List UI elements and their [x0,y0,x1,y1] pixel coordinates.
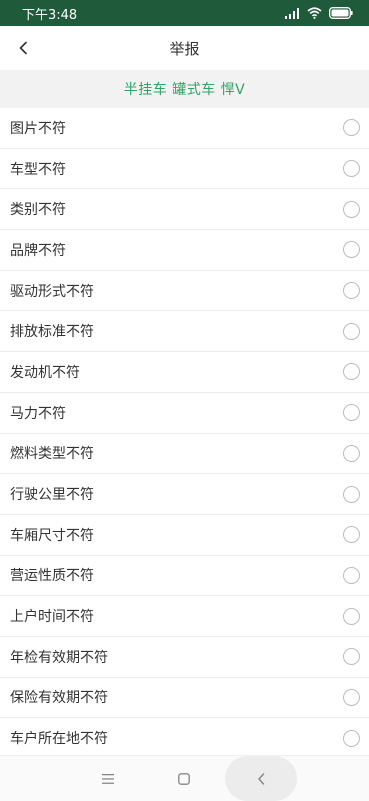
status-bar: 下午3:48 [0,0,369,26]
system-back-button[interactable] [225,756,297,801]
menu-icon [102,773,114,784]
radio-button[interactable] [343,444,360,462]
report-option[interactable]: 年检有效期不符 [0,636,369,678]
vehicle-banner: 半挂车 罐式车 悍V [0,70,369,108]
report-option-label: 保险有效期不符 [10,690,108,707]
report-option-label: 图片不符 [10,120,66,137]
radio-button[interactable] [343,160,360,178]
signal-icon [285,7,299,19]
nav-bar: 举报 [0,26,369,70]
back-button[interactable] [12,36,36,60]
report-option-label: 马力不符 [10,405,66,422]
radio-button[interactable] [343,607,360,625]
radio-button[interactable] [343,363,360,381]
report-option[interactable]: 图片不符 [0,108,369,149]
recent-apps-button[interactable] [88,756,128,801]
report-option-label: 行驶公里不符 [10,487,94,504]
report-option[interactable]: 类别不符 [0,189,369,231]
report-option[interactable]: 品牌不符 [0,230,369,271]
report-option-label: 车型不符 [10,161,66,178]
report-reason-list: 图片不符 车型不符 类别不符 品牌不符 驱动形式不符 排放标准不符 发动机不符 … [0,108,369,759]
square-home-icon [178,772,190,785]
radio-button[interactable] [343,322,360,340]
chevron-left-icon [19,41,27,55]
report-option-label: 营运性质不符 [10,568,94,585]
report-option[interactable]: 车厢尺寸不符 [0,514,369,556]
report-option[interactable]: 驱动形式不符 [0,270,369,312]
system-navigation-bar [0,755,369,801]
report-option-label: 车户所在地不符 [10,731,108,748]
report-option-label: 排放标准不符 [10,324,94,341]
radio-button[interactable] [343,200,360,218]
home-button[interactable] [164,756,204,801]
radio-button[interactable] [343,688,360,706]
report-option[interactable]: 营运性质不符 [0,555,369,597]
report-option-label: 燃料类型不符 [10,446,94,463]
report-option[interactable]: 上户时间不符 [0,596,369,637]
report-option[interactable]: 发动机不符 [0,352,369,393]
vehicle-label: 半挂车 罐式车 悍V [123,82,246,98]
report-option[interactable]: 保险有效期不符 [0,677,369,719]
status-icons [285,7,353,19]
radio-button[interactable] [343,119,360,137]
battery-icon [329,7,353,19]
radio-button[interactable] [343,404,360,422]
radio-button[interactable] [343,241,360,259]
wifi-icon [307,7,322,19]
report-option-label: 发动机不符 [10,364,80,381]
report-option-label: 类别不符 [10,202,66,219]
report-option[interactable]: 行驶公里不符 [0,474,369,515]
page-title: 举报 [169,39,200,58]
radio-button[interactable] [343,729,360,747]
report-option-label: 驱动形式不符 [10,283,94,300]
report-option[interactable]: 车户所在地不符 [0,718,369,759]
report-option[interactable]: 马力不符 [0,392,369,434]
radio-button[interactable] [343,526,360,544]
report-option[interactable]: 排放标准不符 [0,311,369,353]
report-option-label: 年检有效期不符 [10,649,108,666]
radio-button[interactable] [343,282,360,300]
report-option-label: 品牌不符 [10,242,66,259]
radio-button[interactable] [343,485,360,503]
radio-button[interactable] [343,566,360,584]
radio-button[interactable] [343,648,360,666]
report-option-label: 车厢尺寸不符 [10,527,94,544]
status-time: 下午3:48 [22,7,78,23]
report-option-label: 上户时间不符 [10,609,94,626]
report-option[interactable]: 燃料类型不符 [0,433,369,475]
report-option[interactable]: 车型不符 [0,148,369,190]
system-back-icon [257,772,264,785]
